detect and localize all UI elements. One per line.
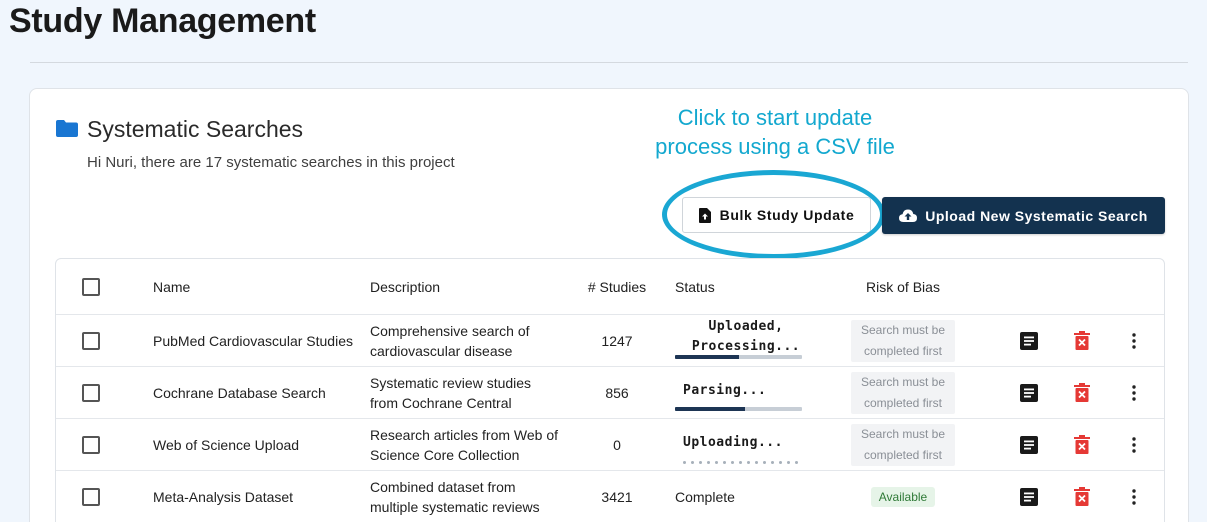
row-checkbox[interactable]: [82, 487, 100, 506]
row-studies: 0: [613, 436, 621, 453]
row-progress-bar: [675, 355, 802, 359]
systematic-searches-card: Systematic Searches Hi Nuri, there are 1…: [29, 88, 1189, 522]
table-row[interactable]: PubMed Cardiovascular Studies Comprehens…: [56, 315, 1164, 367]
more-options-button[interactable]: [1123, 315, 1145, 366]
upload-new-systematic-search-button[interactable]: Upload New Systematic Search: [882, 197, 1165, 234]
row-description: Combined dataset from multiple systemati…: [370, 478, 540, 515]
callout-line-2: process using a CSV file: [655, 134, 895, 159]
row-description: Comprehensive search of cardiovascular d…: [370, 322, 530, 359]
annotation-callout: Click to start update process using a CS…: [630, 103, 920, 161]
divider: [30, 62, 1188, 63]
delete-button[interactable]: [1071, 419, 1093, 470]
more-vert-icon: [1132, 436, 1136, 453]
header-risk-of-bias[interactable]: Risk of Bias: [851, 259, 955, 314]
view-document-button[interactable]: [1018, 315, 1040, 366]
table-row[interactable]: Cochrane Database Search Systematic revi…: [56, 367, 1164, 419]
row-studies: 1247: [601, 332, 633, 349]
delete-button[interactable]: [1071, 315, 1093, 366]
row-name: Web of Science Upload: [153, 436, 300, 453]
row-status-text: Parsing...: [683, 383, 767, 398]
row-progress-bar: [675, 407, 802, 411]
searches-table: Name Description # Studies Status Risk o…: [55, 258, 1165, 522]
more-vert-icon: [1132, 488, 1136, 505]
more-options-button[interactable]: [1123, 367, 1145, 418]
row-name: PubMed Cardiovascular Studies: [153, 332, 353, 349]
delete-icon: [1074, 435, 1090, 454]
delete-icon: [1074, 331, 1090, 350]
row-checkbox[interactable]: [82, 383, 100, 402]
header-name[interactable]: Name: [153, 259, 353, 314]
view-document-button[interactable]: [1018, 471, 1040, 522]
document-icon: [1020, 383, 1038, 402]
card-subtitle: Hi Nuri, there are 17 systematic searche…: [87, 154, 455, 171]
upload-new-systematic-search-label: Upload New Systematic Search: [925, 207, 1148, 224]
row-rob-status: Search must be completed first: [851, 319, 955, 362]
table-row[interactable]: Meta-Analysis Dataset Combined dataset f…: [56, 471, 1164, 522]
header-status[interactable]: Status: [675, 259, 835, 314]
row-studies: 856: [605, 384, 629, 401]
row-status-text: Complete: [675, 488, 735, 505]
select-all-checkbox[interactable]: [82, 277, 100, 296]
row-status: Uploaded, Processing...: [675, 315, 805, 366]
delete-icon: [1074, 383, 1090, 402]
row-rob-status: Search must be completed first: [851, 371, 955, 414]
row-status: Parsing...: [675, 367, 805, 418]
header-description[interactable]: Description: [370, 259, 560, 314]
document-icon: [1020, 487, 1038, 506]
delete-button[interactable]: [1071, 471, 1093, 522]
document-icon: [1020, 435, 1038, 454]
row-status-text: Uploaded, Processing...: [691, 319, 801, 354]
row-checkbox[interactable]: [82, 331, 100, 350]
card-title: Systematic Searches: [87, 116, 304, 142]
document-icon: [1020, 331, 1038, 350]
table-row[interactable]: Web of Science Upload Research articles …: [56, 419, 1164, 471]
more-vert-icon: [1132, 384, 1136, 401]
row-status: Uploading...: [675, 419, 805, 470]
callout-line-1: Click to start update: [677, 105, 873, 130]
cloud-upload-icon: [899, 209, 918, 222]
page-title: Study Management: [9, 2, 316, 40]
table-header-row: Name Description # Studies Status Risk o…: [56, 259, 1164, 315]
highlight-ellipse: [662, 170, 885, 259]
folder-icon: [56, 120, 78, 137]
row-studies: 3421: [601, 488, 633, 505]
row-rob-status[interactable]: Available: [870, 486, 936, 507]
row-status-text: Uploading...: [683, 435, 783, 450]
delete-button[interactable]: [1071, 367, 1093, 418]
more-vert-icon: [1132, 332, 1136, 349]
more-options-button[interactable]: [1123, 471, 1145, 522]
row-buffer-indicator: [683, 461, 798, 464]
row-description: Research articles from Web of Science Co…: [370, 426, 559, 463]
row-description: Systematic review studies from Cochrane …: [370, 374, 532, 411]
more-options-button[interactable]: [1123, 419, 1145, 470]
row-checkbox[interactable]: [82, 435, 100, 454]
row-name: Cochrane Database Search: [153, 384, 326, 401]
row-rob-status: Search must be completed first: [851, 423, 955, 466]
header-studies[interactable]: # Studies: [562, 259, 672, 314]
view-document-button[interactable]: [1018, 419, 1040, 470]
delete-icon: [1074, 487, 1090, 506]
row-name: Meta-Analysis Dataset: [153, 488, 294, 505]
view-document-button[interactable]: [1018, 367, 1040, 418]
